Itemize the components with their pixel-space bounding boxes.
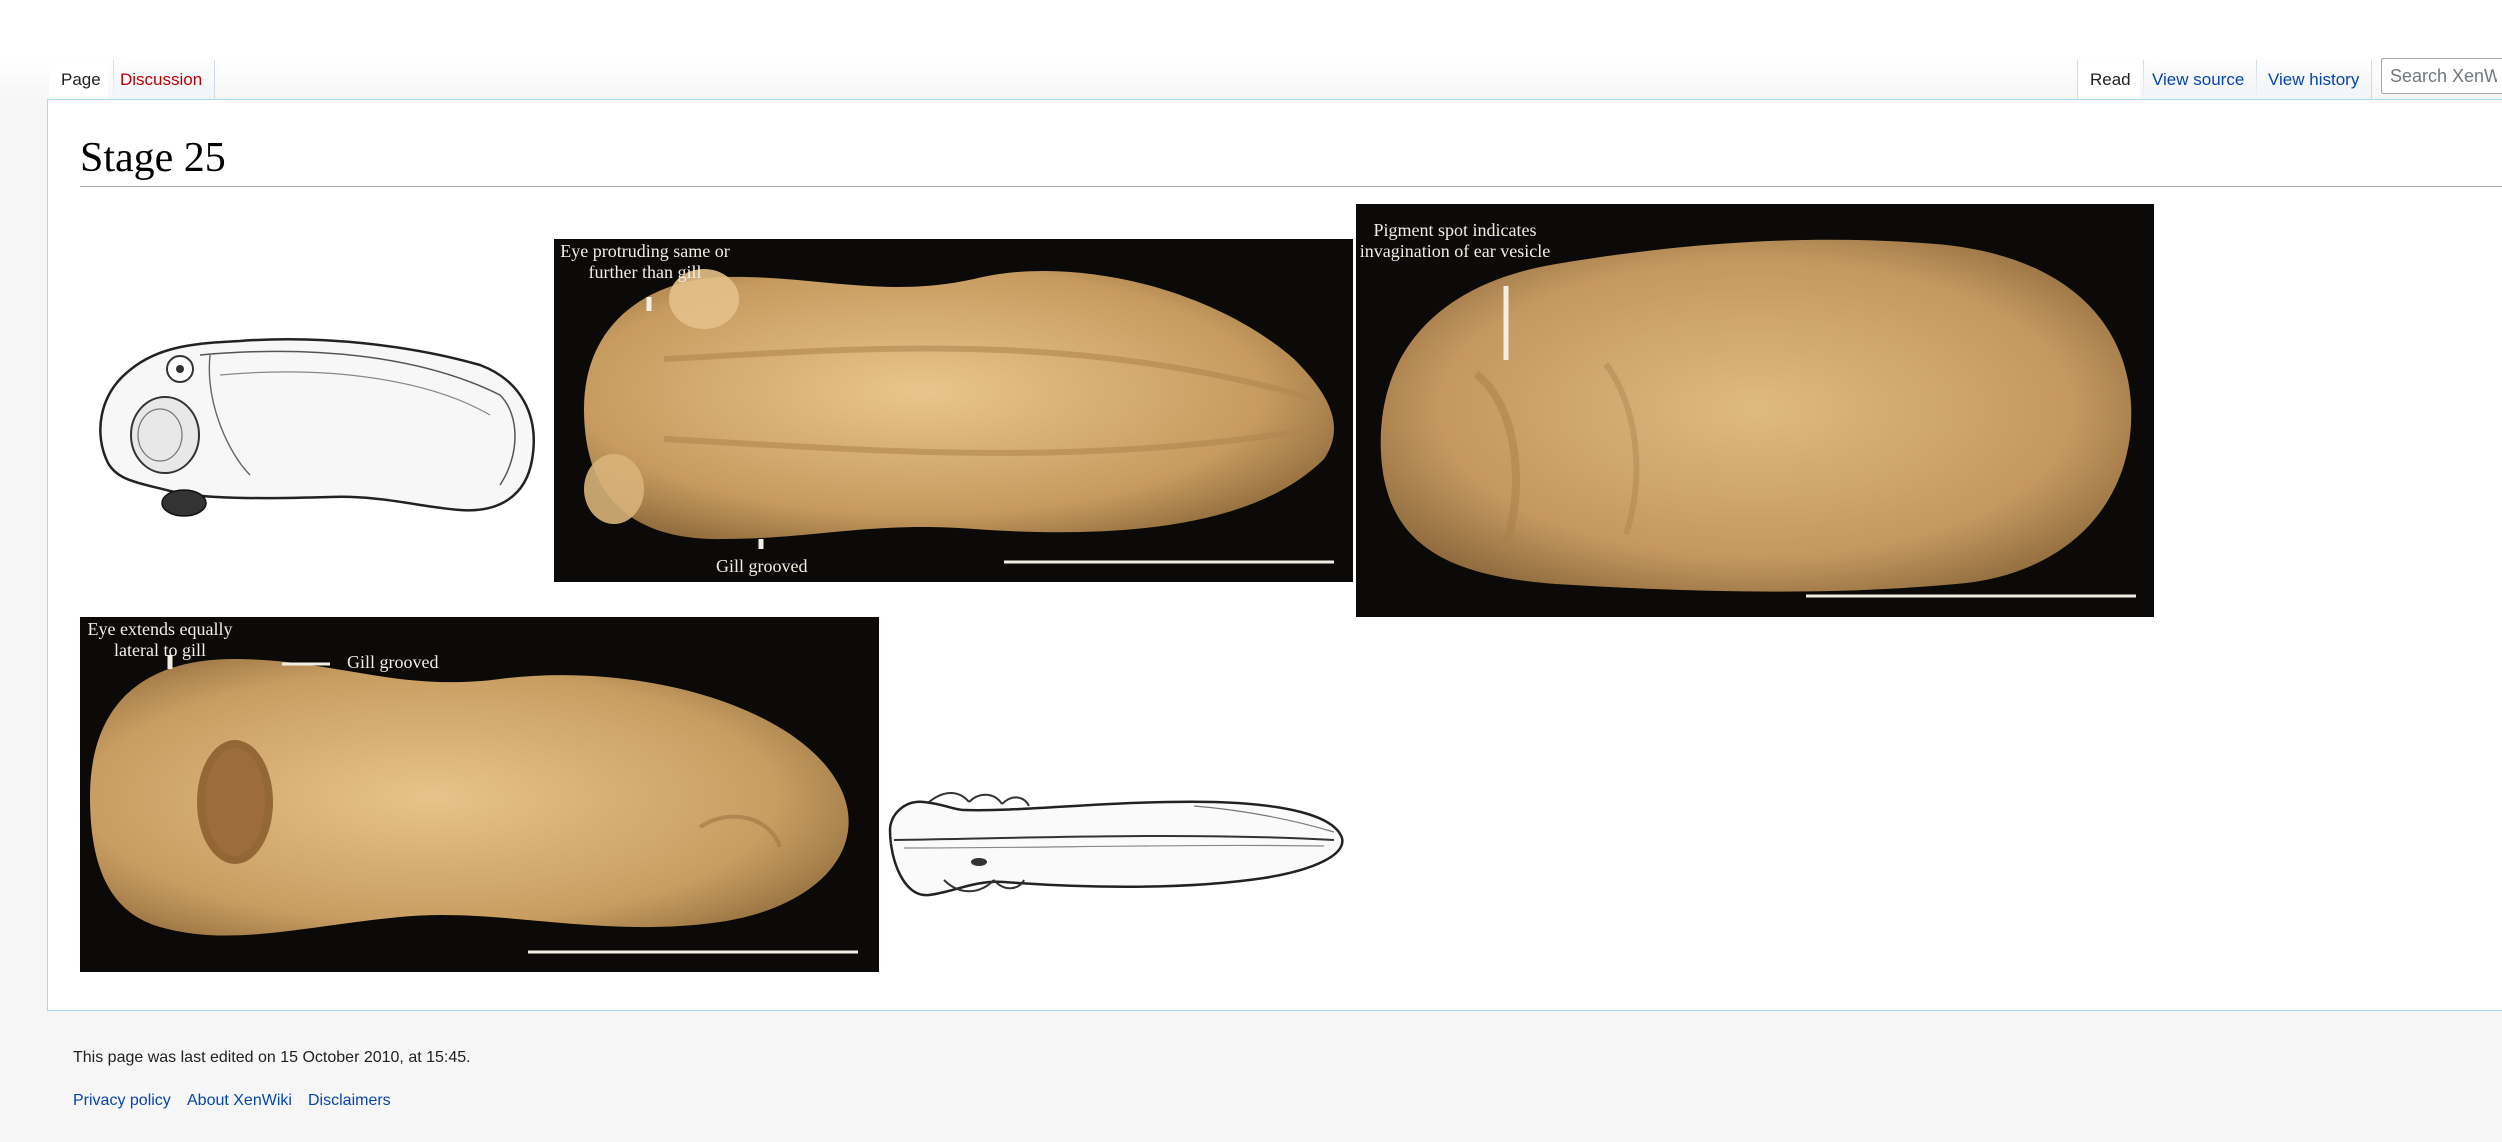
embryo-photo-lateral[interactable]: Pigment spot indicates invagination of e… — [1356, 204, 2154, 617]
embryo-photo-dorsal-2[interactable]: Eye extends equally lateral to gill Gill… — [80, 617, 879, 972]
tab-discussion[interactable]: Discussion — [108, 60, 216, 100]
label-eye-extends: Eye extends equally lateral to gill — [87, 619, 233, 660]
footer-last-edited: This page was last edited on 15 October … — [73, 1049, 471, 1066]
embryo-photo-dorsal[interactable]: Eye protruding same or further than gill… — [554, 239, 1353, 582]
tab-page[interactable]: Page — [49, 60, 114, 100]
embryo-drawing-lateral[interactable] — [80, 285, 547, 535]
tab-view-history[interactable]: View history — [2256, 60, 2373, 100]
content-area: Stage 25 Eye protruding same or further … — [47, 99, 2502, 1011]
page-title: Stage 25 — [80, 130, 2502, 187]
footer-link-about[interactable]: About XenWiki — [187, 1092, 292, 1110]
search-input[interactable] — [2381, 58, 2502, 94]
tab-read[interactable]: Read — [2077, 60, 2144, 100]
tab-view-source[interactable]: View source — [2140, 60, 2258, 100]
embryo-drawing-dorsal[interactable] — [884, 720, 1351, 970]
label-gill-grooved-2: Gill grooved — [347, 652, 439, 672]
label-gill-grooved: Gill grooved — [716, 556, 808, 576]
label-pigment-spot: Pigment spot indicates invagination of e… — [1359, 220, 1551, 261]
label-eye-protruding: Eye protruding same or further than gill — [560, 241, 730, 282]
footer-link-privacy[interactable]: Privacy policy — [73, 1092, 171, 1110]
footer-link-disclaimers[interactable]: Disclaimers — [308, 1092, 391, 1110]
